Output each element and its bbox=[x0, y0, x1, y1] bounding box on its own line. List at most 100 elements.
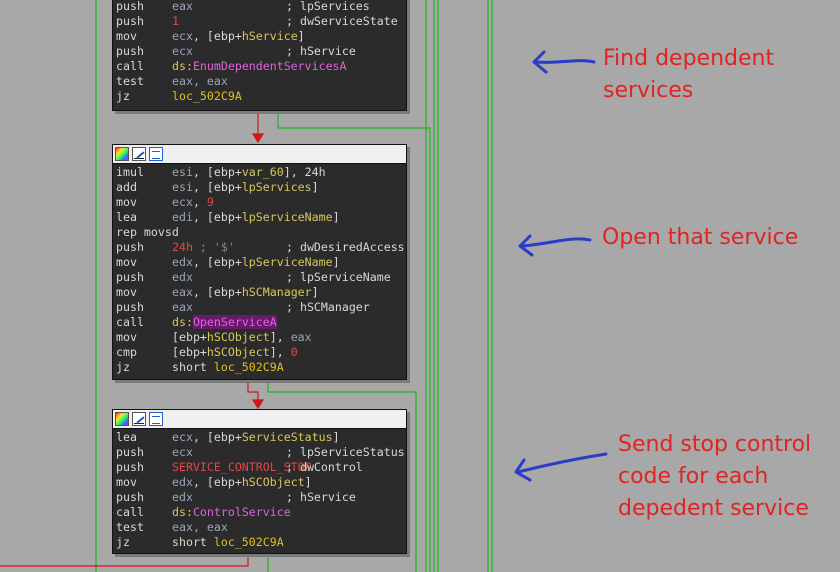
asm-comment: ; lpServiceStatus bbox=[286, 445, 405, 459]
asm-token: EnumDependentServicesA bbox=[192, 59, 347, 73]
color-palette-icon[interactable] bbox=[115, 147, 129, 161]
asm-token: loc_502C9A bbox=[213, 535, 284, 549]
asm-line[interactable]: mov ecx, [ebp+hService] bbox=[116, 29, 406, 44]
asm-operands: eax, [ebp+hSCManager] bbox=[172, 285, 319, 300]
asm-mnemonic: lea bbox=[116, 210, 137, 224]
asm-line[interactable]: mov ecx, 9 bbox=[116, 195, 406, 210]
asm-line[interactable]: lea edi, [ebp+lpServiceName] bbox=[116, 210, 406, 225]
asm-line[interactable]: mov eax, [ebp+hSCManager] bbox=[116, 285, 406, 300]
code-block-open-lines: imul esi, [ebp+var_60], 24h add esi, [ebp+l… bbox=[113, 164, 406, 377]
asm-line[interactable]: jz loc_502C9A bbox=[116, 89, 406, 104]
asm-operands: edx bbox=[172, 490, 193, 505]
asm-line[interactable]: push edx ; hService bbox=[116, 490, 406, 505]
asm-line[interactable]: push SERVICE_CONTROL_STOP; dwControl bbox=[116, 460, 406, 475]
annotation-open-service: Open that service bbox=[602, 225, 799, 250]
asm-line[interactable]: imul esi, [ebp+var_60], 24h bbox=[116, 165, 406, 180]
asm-operands: edx bbox=[172, 270, 193, 285]
asm-line[interactable]: add esi, [ebp+lpServices] bbox=[116, 180, 406, 195]
asm-line[interactable]: push 24h ; '$' ; dwDesiredAccess bbox=[116, 240, 406, 255]
asm-line[interactable]: push edx ; lpServiceName bbox=[116, 270, 406, 285]
asm-operands: esi, [ebp+lpServices] bbox=[172, 180, 319, 195]
asm-token: ] bbox=[332, 255, 340, 269]
asm-line[interactable]: call ds:ControlService bbox=[116, 505, 406, 520]
code-block-enum: push eax ; lpServices push 1 ; dwServiceState… bbox=[112, 0, 407, 111]
asm-line[interactable]: test eax, eax bbox=[116, 520, 406, 535]
asm-token: OpenServiceA bbox=[192, 315, 277, 329]
asm-mnemonic: mov bbox=[116, 285, 137, 299]
asm-line[interactable]: test eax, eax bbox=[116, 74, 406, 89]
asm-token: hSCObject bbox=[206, 330, 270, 344]
annotation-arrow-find bbox=[532, 50, 596, 74]
asm-token: ds: bbox=[172, 59, 193, 73]
asm-operands: 24h ; '$' bbox=[172, 240, 235, 255]
annotation-find-dependent: Find dependent services bbox=[603, 46, 775, 103]
asm-operands: ecx, [ebp+ServiceStatus] bbox=[172, 430, 340, 445]
asm-mnemonic: jz bbox=[116, 89, 130, 103]
asm-token: , [ebp+ bbox=[192, 210, 242, 224]
asm-mnemonic: push bbox=[116, 0, 144, 13]
group-nodes-icon[interactable] bbox=[149, 412, 163, 426]
asm-operands: ecx, [ebp+hService] bbox=[172, 29, 305, 44]
asm-line[interactable]: mov [ebp+hSCObject], eax bbox=[116, 330, 406, 345]
group-nodes-icon[interactable] bbox=[149, 147, 163, 161]
asm-operands: ds:EnumDependentServicesA bbox=[172, 59, 347, 74]
asm-operands: eax, eax bbox=[172, 520, 228, 535]
asm-mnemonic: call bbox=[116, 59, 144, 73]
asm-line[interactable]: rep movsd bbox=[116, 225, 406, 240]
asm-token: 0 bbox=[290, 345, 298, 359]
asm-line[interactable]: cmp [ebp+hSCObject], 0 bbox=[116, 345, 406, 360]
asm-mnemonic: mov bbox=[116, 330, 137, 344]
asm-comment: ; dwServiceState bbox=[286, 14, 398, 28]
asm-token: [ebp+ bbox=[172, 345, 207, 359]
asm-token: , [ebp+ bbox=[192, 255, 242, 269]
block-toolbar bbox=[113, 145, 406, 164]
rename-pencil-icon[interactable] bbox=[132, 412, 146, 426]
asm-line[interactable]: push eax ; hSCManager bbox=[116, 300, 406, 315]
asm-token: eax, eax bbox=[172, 520, 228, 534]
asm-mnemonic: push bbox=[116, 445, 144, 459]
asm-mnemonic: mov bbox=[116, 475, 137, 489]
edge-true-1-head bbox=[251, 133, 265, 144]
asm-mnemonic: test bbox=[116, 520, 144, 534]
asm-token: hSCObject bbox=[206, 345, 270, 359]
asm-line[interactable]: jz short loc_502C9A bbox=[116, 535, 406, 550]
rename-pencil-icon[interactable] bbox=[132, 147, 146, 161]
asm-line[interactable]: mov edx, [ebp+hSCObject] bbox=[116, 475, 406, 490]
asm-line[interactable]: call ds:EnumDependentServicesA bbox=[116, 59, 406, 74]
asm-operands: edi, [ebp+lpServiceName] bbox=[172, 210, 340, 225]
asm-mnemonic: mov bbox=[116, 29, 137, 43]
annotation-arrow-open bbox=[518, 234, 592, 257]
asm-token: eax bbox=[172, 0, 193, 13]
asm-token: hSCObject bbox=[241, 475, 305, 489]
asm-token: ; '$' bbox=[192, 240, 235, 254]
asm-operands: esi, [ebp+var_60], 24h bbox=[172, 165, 326, 180]
asm-token: , [ebp+ bbox=[192, 29, 242, 43]
asm-line[interactable]: lea ecx, [ebp+ServiceStatus] bbox=[116, 430, 406, 445]
asm-line[interactable]: push ecx ; lpServiceStatus bbox=[116, 445, 406, 460]
asm-token: lpServices bbox=[241, 180, 312, 194]
asm-token: esi bbox=[172, 180, 193, 194]
asm-line[interactable]: jz short loc_502C9A bbox=[116, 360, 406, 375]
asm-token: ] bbox=[332, 430, 340, 444]
code-block-control-lines: lea ecx, [ebp+ServiceStatus] push ecx; lpSe… bbox=[113, 429, 406, 552]
color-palette-icon[interactable] bbox=[115, 412, 129, 426]
asm-mnemonic: push bbox=[116, 460, 144, 474]
asm-line[interactable]: mov edx, [ebp+lpServiceName] bbox=[116, 255, 406, 270]
asm-line[interactable]: push ecx ; hService bbox=[116, 44, 406, 59]
asm-operands: ds:OpenServiceA bbox=[172, 315, 277, 330]
asm-token: ecx bbox=[172, 44, 193, 58]
asm-token: loc_502C9A bbox=[172, 89, 242, 103]
asm-mnemonic: call bbox=[116, 505, 144, 519]
asm-token: , [ebp+ bbox=[192, 165, 242, 179]
asm-mnemonic: cmp bbox=[116, 345, 137, 359]
asm-line[interactable]: call ds:OpenServiceA bbox=[116, 315, 406, 330]
asm-token: ], bbox=[269, 330, 291, 344]
asm-operands: loc_502C9A bbox=[172, 89, 242, 104]
asm-line[interactable]: push eax ; lpServices bbox=[116, 0, 406, 14]
asm-operands: edx, [ebp+lpServiceName] bbox=[172, 255, 340, 270]
asm-token: , [ebp+ bbox=[192, 285, 242, 299]
asm-line[interactable]: push 1 ; dwServiceState bbox=[116, 14, 406, 29]
asm-mnemonic: lea bbox=[116, 430, 137, 444]
asm-operands: [ebp+hSCObject], 0 bbox=[172, 345, 298, 360]
asm-token: eax bbox=[172, 300, 193, 314]
